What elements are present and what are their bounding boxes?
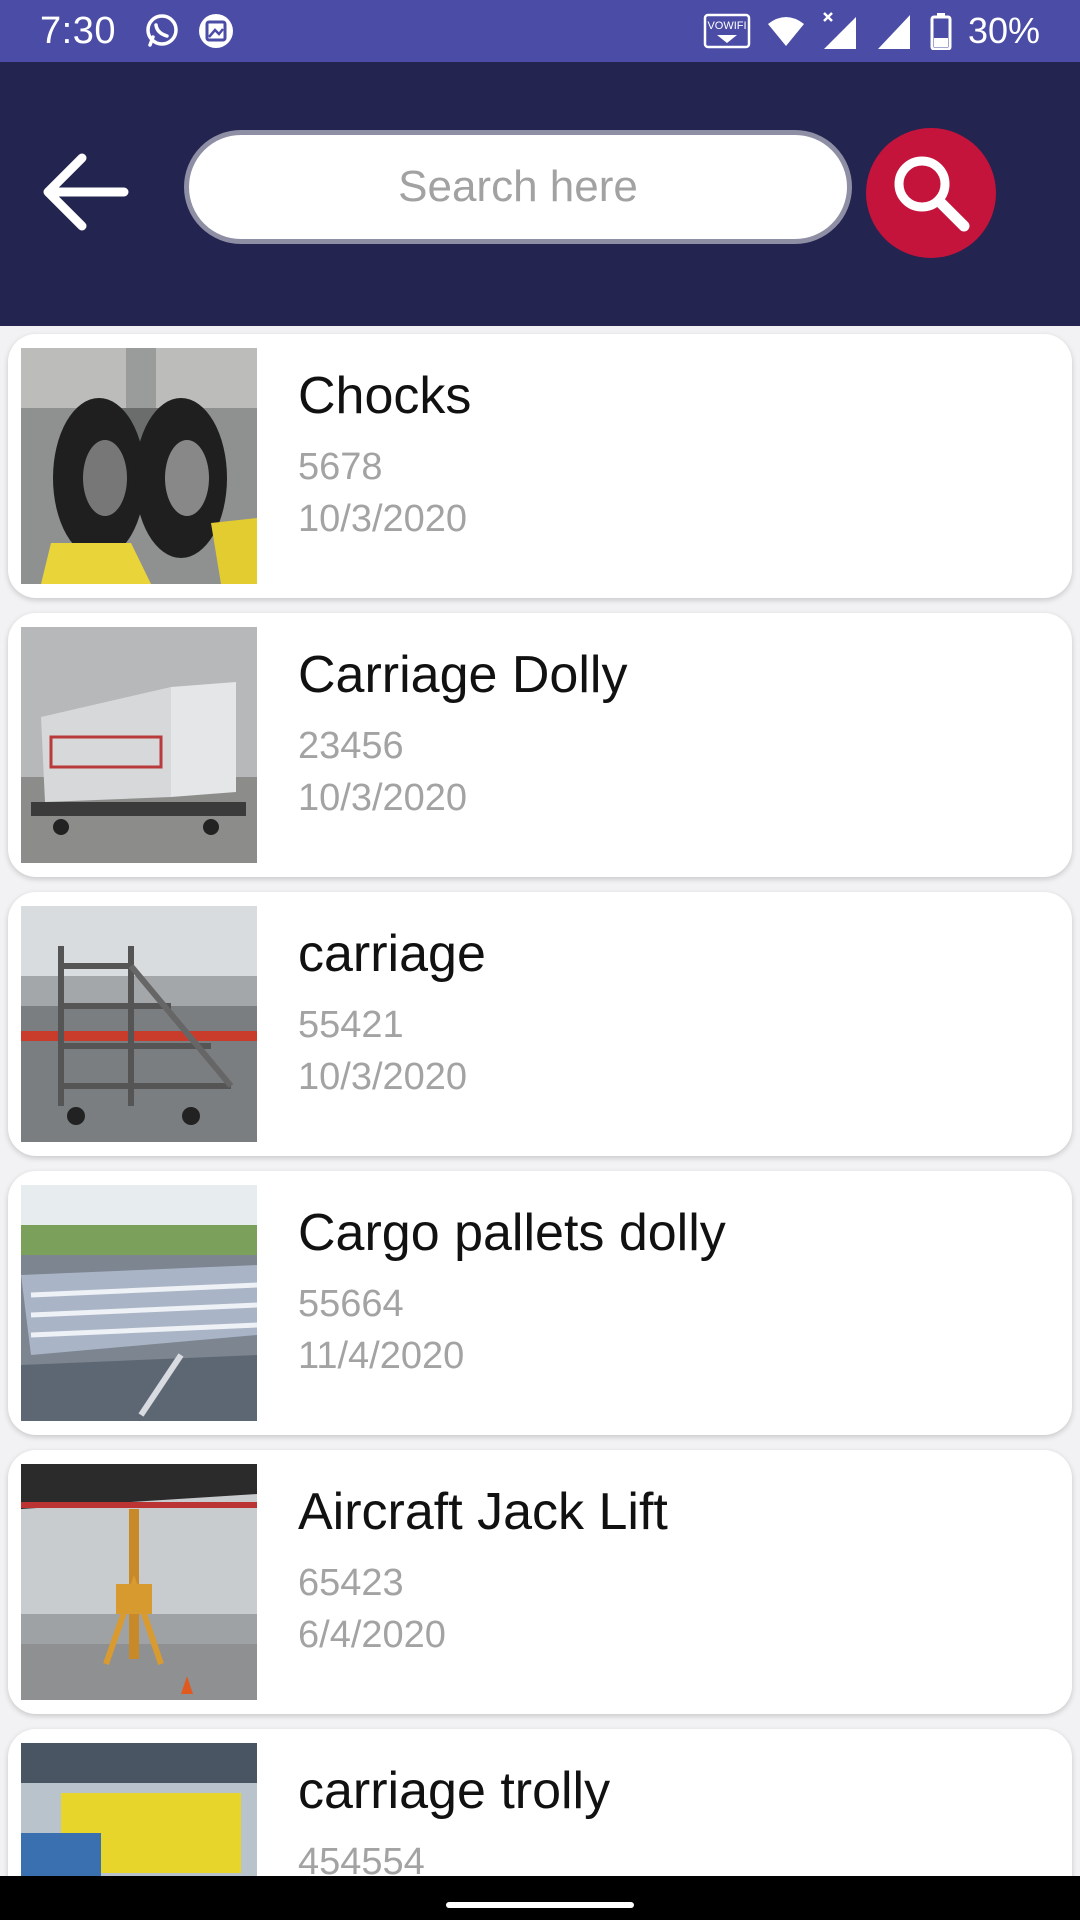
item-thumbnail [21,627,257,863]
battery-percent: 30% [967,10,1040,51]
item-code: 65423 [298,1562,404,1604]
aircraft-jack-lift-photo [21,1464,257,1700]
vowifi-icon: VOWIFI [702,11,752,51]
gallery-icon [196,11,236,51]
battery-icon [928,11,954,51]
item-title: carriage [298,925,486,983]
navigation-bar [0,1876,1080,1920]
system-icons: VOWIFI 30% [702,10,1040,52]
item-thumbnail [21,1464,257,1700]
item-code: 55664 [298,1283,404,1325]
status-bar: 7:30 VOWIFI 30% [0,0,1080,62]
item-code: 5678 [298,446,383,488]
app-header [0,62,1080,326]
svg-text:VOWIFI: VOWIFI [707,20,746,32]
item-thumbnail [21,1185,257,1421]
app-screen: 7:30 VOWIFI 30% Search here Chocks 5678 … [0,0,1080,1920]
cargo-pallet-dollies-photo [21,1185,257,1421]
aircraft-wheel-chocks-photo [21,348,257,584]
list-item[interactable]: Carriage Dolly 23456 10/3/2020 [8,613,1072,877]
item-date: 11/4/2020 [298,1335,465,1377]
item-date: 6/4/2020 [298,1614,446,1656]
wifi-icon [766,11,806,51]
list-item[interactable]: Aircraft Jack Lift 65423 6/4/2020 [8,1450,1072,1714]
item-date: 10/3/2020 [298,777,468,819]
boarding-stair-carriage-photo [21,906,257,1142]
notification-icons [142,11,236,51]
item-title: Carriage Dolly [298,646,628,704]
item-title: Aircraft Jack Lift [298,1483,668,1541]
signal-x-icon [820,11,860,51]
back-button[interactable] [36,142,136,242]
home-gesture-handle[interactable] [446,1902,634,1908]
search-button[interactable] [866,128,996,258]
list-item[interactable]: carriage 55421 10/3/2020 [8,892,1072,1156]
item-title: Cargo pallets dolly [298,1204,726,1262]
list-item[interactable]: Chocks 5678 10/3/2020 [8,334,1072,598]
item-date: 10/3/2020 [298,1056,468,1098]
item-thumbnail [21,348,257,584]
back-arrow-icon [43,153,129,231]
item-code: 23456 [298,725,404,767]
search-icon [894,156,970,232]
status-time: 7:30 [40,9,116,52]
signal-icon [874,11,914,51]
item-title: Chocks [298,367,472,425]
cargo-container-dolly-photo [21,627,257,863]
whatsapp-icon [142,11,182,51]
list-item[interactable]: Cargo pallets dolly 55664 11/4/2020 [8,1171,1072,1435]
item-thumbnail [21,906,257,1142]
item-date: 10/3/2020 [298,498,468,540]
item-title: carriage trolly [298,1762,611,1820]
search-input[interactable] [184,130,852,244]
item-code: 55421 [298,1004,404,1046]
